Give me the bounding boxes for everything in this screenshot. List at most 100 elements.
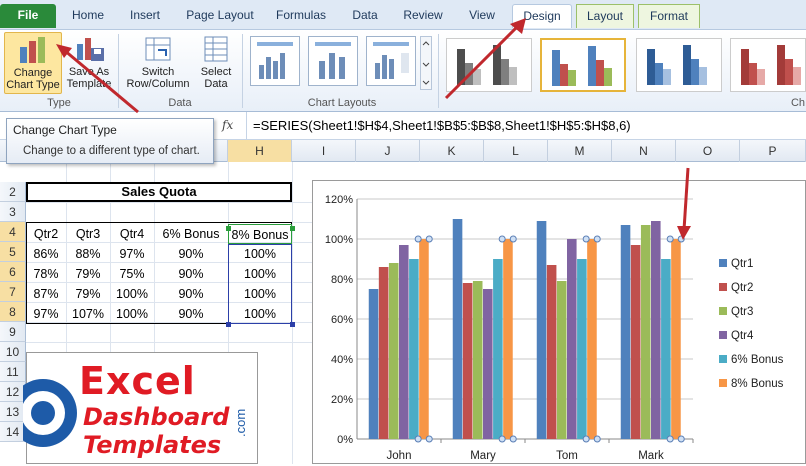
- bar-6-bonus: [409, 259, 419, 439]
- switch-row-column-button[interactable]: Switch Row/Column: [122, 32, 194, 94]
- tab-formulas[interactable]: Formulas: [268, 4, 334, 28]
- bar-qtr4: [399, 245, 409, 439]
- series-selection-handle: [425, 235, 433, 243]
- tab-design[interactable]: Design: [512, 4, 572, 28]
- column-header-h[interactable]: H: [228, 140, 292, 162]
- save-as-template-button[interactable]: Save As Template: [64, 32, 114, 94]
- column-header-o[interactable]: O: [676, 140, 740, 162]
- bar-qtr4: [567, 239, 577, 439]
- table-cell[interactable]: 90%: [154, 284, 228, 304]
- table-cell[interactable]: 79%: [66, 264, 110, 284]
- tab-page-layout[interactable]: Page Layout: [178, 4, 262, 28]
- selection-handle[interactable]: [226, 226, 231, 231]
- chart-layout-3[interactable]: [366, 36, 416, 86]
- column-header-m[interactable]: M: [548, 140, 612, 162]
- table-cell[interactable]: 97%: [26, 304, 66, 324]
- selection-handle[interactable]: [290, 226, 295, 231]
- chart-layouts-group-label: Chart Layouts: [307, 97, 377, 109]
- chart-object[interactable]: 0% 20% 40% 60% 80% 100% 120% John Mary Tom Mark Qtr…: [312, 180, 806, 464]
- y-tick-label: 100%: [325, 234, 353, 246]
- tab-layout[interactable]: Layout: [576, 4, 634, 28]
- row-header[interactable]: 8: [0, 302, 26, 322]
- chart-style-2[interactable]: [540, 38, 626, 92]
- row-header[interactable]: 7: [0, 282, 26, 302]
- table-cell[interactable]: 78%: [26, 264, 66, 284]
- row-header[interactable]: 10: [0, 342, 26, 362]
- column-header-j[interactable]: J: [356, 140, 420, 162]
- bar-6-bonus: [661, 259, 671, 439]
- data-group-label: Data: [168, 97, 192, 109]
- table-header-qtr3[interactable]: Qtr3: [66, 224, 110, 244]
- tab-data[interactable]: Data: [340, 4, 390, 28]
- tab-view[interactable]: View: [456, 4, 508, 28]
- bar-qtr1: [536, 221, 547, 439]
- column-header-l[interactable]: L: [484, 140, 548, 162]
- table-cell[interactable]: 75%: [110, 264, 154, 284]
- select-data-label: Select Data: [200, 66, 232, 90]
- table-cell[interactable]: 88%: [66, 244, 110, 264]
- chart-style-3[interactable]: [636, 38, 722, 92]
- table-cell[interactable]: 90%: [154, 264, 228, 284]
- bar-qtr3: [472, 281, 483, 439]
- column-header-k[interactable]: K: [420, 140, 484, 162]
- fx-icon[interactable]: fx: [222, 118, 242, 134]
- table-header-8-bonus[interactable]: 8% Bonus: [228, 224, 292, 244]
- logo-image: Excel Dashboard Templates .com: [23, 352, 258, 464]
- chart-layout-1[interactable]: [250, 36, 300, 86]
- table-cell[interactable]: 87%: [26, 284, 66, 304]
- bar-qtr4: [483, 289, 493, 439]
- tab-file[interactable]: File: [0, 4, 56, 28]
- table-header-qtr4[interactable]: Qtr4: [110, 224, 154, 244]
- tooltip-title: Change Chart Type: [13, 123, 117, 137]
- tab-format[interactable]: Format: [638, 4, 700, 28]
- layouts-scroll[interactable]: [420, 36, 432, 90]
- select-data-icon: [200, 34, 232, 64]
- table-cell[interactable]: 86%: [26, 244, 66, 264]
- row-header[interactable]: 6: [0, 262, 26, 282]
- bar-qtr1: [368, 289, 379, 439]
- y-tick-label: 80%: [331, 274, 353, 286]
- table-cell[interactable]: 79%: [66, 284, 110, 304]
- tab-insert[interactable]: Insert: [118, 4, 172, 28]
- tab-review[interactable]: Review: [394, 4, 452, 28]
- bar-qtr1: [620, 225, 631, 439]
- bar-qtr3: [388, 263, 399, 439]
- column-header-p[interactable]: P: [740, 140, 806, 162]
- row-header[interactable]: 3: [0, 202, 26, 222]
- table-cell[interactable]: 90%: [154, 244, 228, 264]
- chart-layout-2[interactable]: [308, 36, 358, 86]
- table-cell[interactable]: 97%: [110, 244, 154, 264]
- formula-input[interactable]: =SERIES(Sheet1!$H$4,Sheet1!$B$5:$B$8,She…: [246, 112, 806, 140]
- row-header[interactable]: 2: [0, 182, 26, 202]
- legend-label: 8% Bonus: [731, 378, 784, 390]
- sales-quota-title[interactable]: Sales Quota: [26, 182, 292, 202]
- bar-qtr2: [378, 267, 389, 439]
- table-cell[interactable]: 100%: [110, 284, 154, 304]
- table-cell[interactable]: 107%: [66, 304, 110, 324]
- legend-swatch: [719, 331, 727, 339]
- selection-handle[interactable]: [290, 322, 295, 327]
- selection-handle[interactable]: [226, 322, 231, 327]
- select-data-button[interactable]: Select Data: [196, 32, 236, 94]
- table-cell[interactable]: 100%: [110, 304, 154, 324]
- row-header[interactable]: 9: [0, 322, 26, 342]
- row-header[interactable]: 4: [0, 222, 26, 242]
- table-cell[interactable]: 90%: [154, 304, 228, 324]
- tab-home[interactable]: Home: [62, 4, 114, 28]
- table-header-6-bonus[interactable]: 6% Bonus: [154, 224, 228, 244]
- column-header-i[interactable]: I: [292, 140, 356, 162]
- change-chart-type-button[interactable]: Change Chart Type: [4, 32, 62, 94]
- save-as-template-label: Save As Template: [66, 66, 112, 90]
- logo-word-templates: Templates: [83, 431, 222, 459]
- chart-style-4[interactable]: [730, 38, 806, 92]
- chart-style-1[interactable]: [446, 38, 532, 92]
- series-selection-handle: [666, 435, 674, 443]
- series-selection-handle: [582, 435, 590, 443]
- table-header-qtr2[interactable]: Qtr2: [26, 224, 66, 244]
- row-header[interactable]: 5: [0, 242, 26, 262]
- column-header-n[interactable]: N: [612, 140, 676, 162]
- bar-8-bonus: [503, 239, 513, 439]
- logo-emblem-icon: [23, 379, 77, 447]
- y-tick-label: 120%: [325, 194, 353, 206]
- ribbon-tab-bar: File Home Insert Page Layout Formulas Da…: [0, 0, 806, 30]
